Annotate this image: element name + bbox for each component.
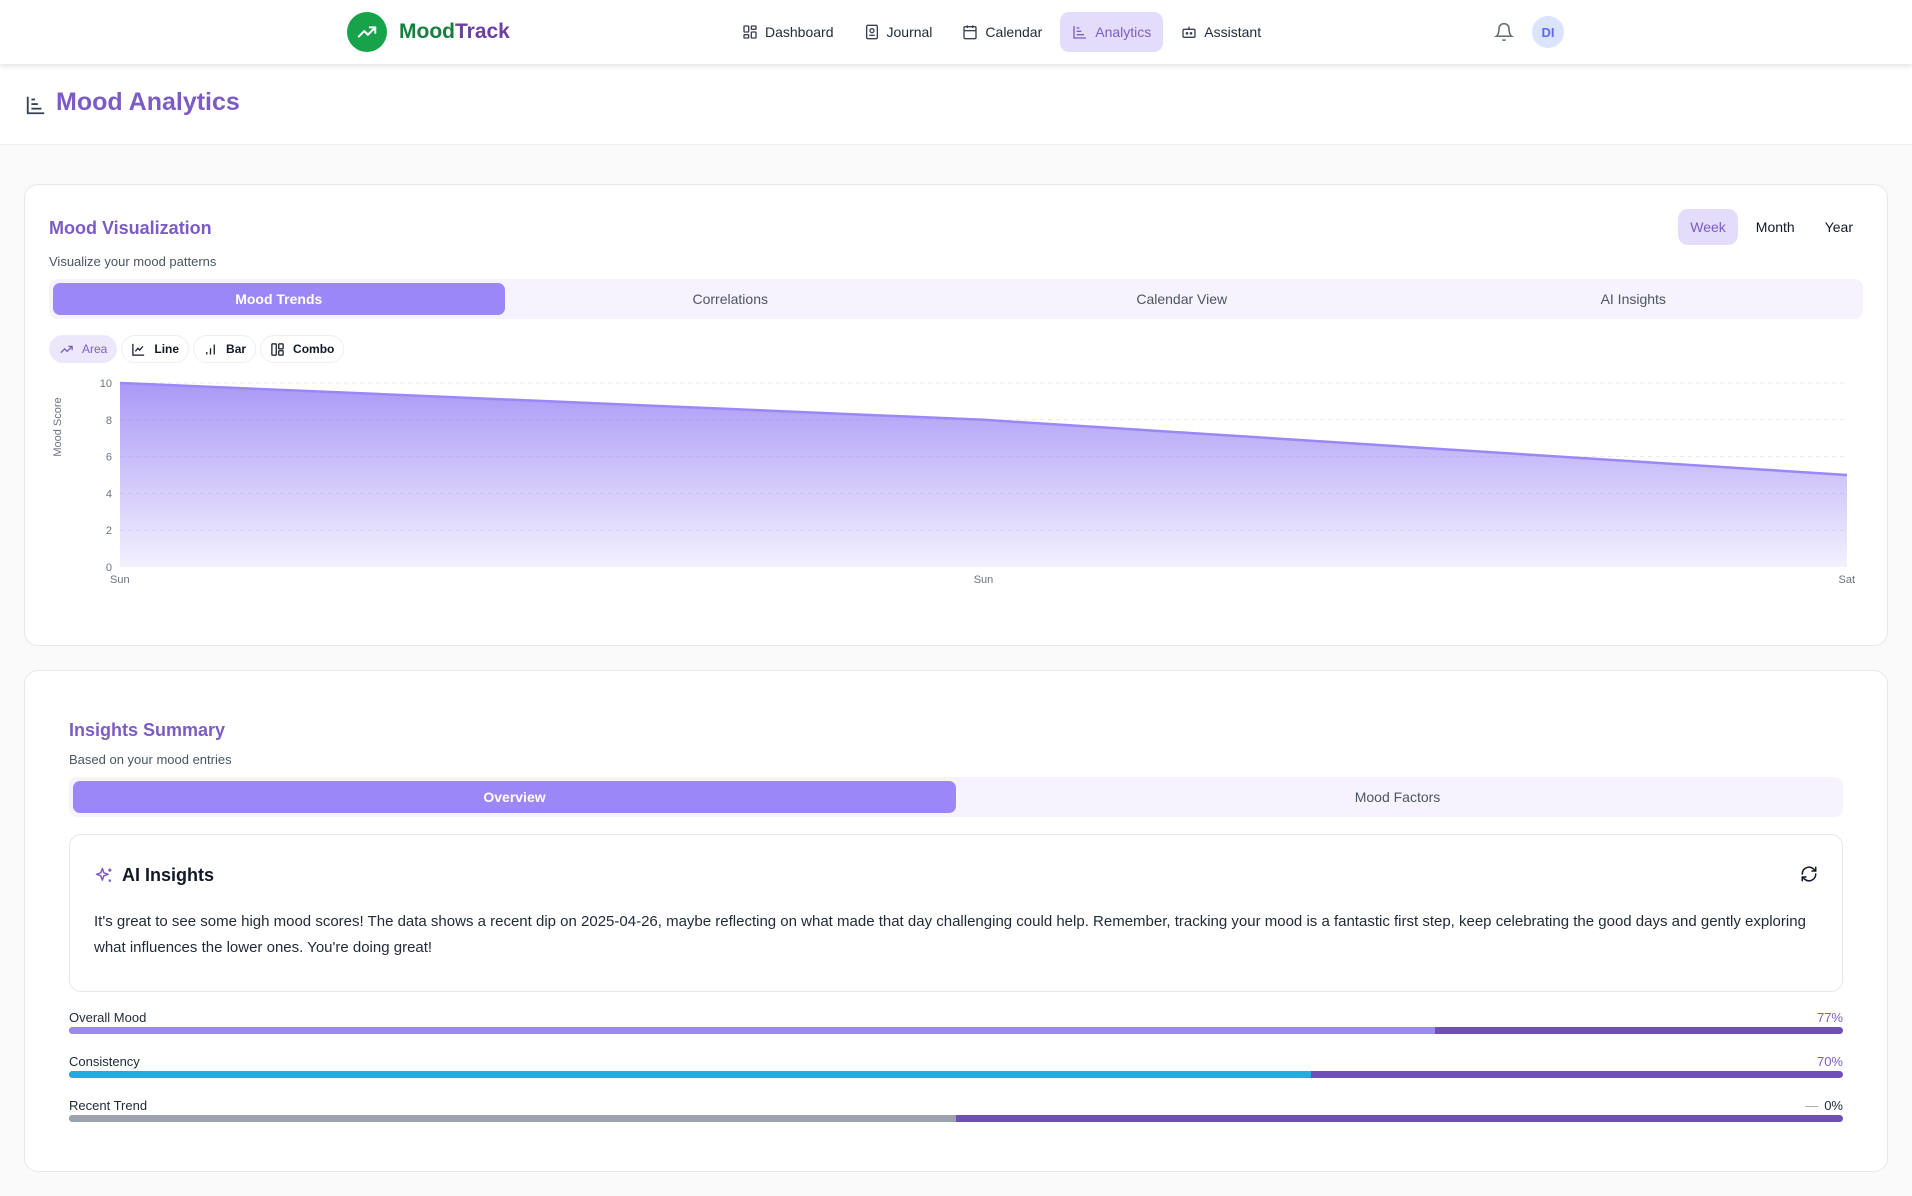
metric-overall-mood: Overall Mood 77%: [69, 1010, 1843, 1040]
y-tick-label: 2: [106, 525, 112, 537]
area-fill: [120, 383, 1847, 567]
progress-fill: [69, 1027, 1435, 1034]
tab-correlations[interactable]: Correlations: [505, 283, 957, 315]
tab-ai-insights[interactable]: AI Insights: [1408, 283, 1860, 315]
mood-visualization-card: Mood Visualization Visualize your mood p…: [24, 184, 1888, 646]
trending-up-icon: [347, 12, 387, 52]
metric-value: 77%: [1816, 1010, 1843, 1025]
refresh-icon[interactable]: [1800, 865, 1818, 883]
chart-type-combo[interactable]: Combo: [260, 335, 345, 363]
book-icon: [865, 24, 878, 40]
range-week-button[interactable]: Week: [1678, 209, 1738, 245]
chart-type-selector: Area Line Bar Combo: [49, 335, 345, 363]
x-tick-label: Sun: [974, 574, 994, 586]
metric-value: 70%: [1816, 1054, 1843, 1069]
nav-assistant-label: Assistant: [1204, 24, 1262, 40]
grid-icon: [743, 25, 757, 39]
chart-type-area-label: Area: [82, 342, 108, 356]
ai-insights-title: AI Insights: [122, 865, 215, 885]
progress-track: [69, 1071, 1843, 1078]
nav-calendar-label: Calendar: [985, 24, 1043, 40]
page-header: Mood Analytics: [0, 64, 1912, 145]
top-nav: MoodTrack Dashboard Journal Calendar Ana…: [0, 0, 1912, 64]
insights-subtitle: Based on your mood entries: [69, 752, 232, 767]
nav-journal[interactable]: Journal: [852, 12, 945, 52]
trending-up-icon: [60, 345, 73, 353]
progress-fill: [69, 1071, 1311, 1078]
progress-track: [69, 1115, 1843, 1122]
trend-flat-icon: —: [1805, 1098, 1819, 1113]
metric-label: Consistency: [69, 1054, 140, 1069]
y-axis-label: Mood Score: [52, 397, 64, 456]
progress-fill: [69, 1115, 956, 1122]
metric-recent-trend: Recent Trend — 0%: [69, 1098, 1843, 1128]
calendar-icon: [963, 25, 978, 40]
y-tick-label: 10: [100, 378, 112, 390]
x-tick-label: Sat: [1838, 574, 1855, 586]
insights-tabs: Overview Mood Factors: [69, 777, 1843, 817]
viz-title: Mood Visualization: [49, 218, 212, 238]
metric-label: Recent Trend: [69, 1098, 148, 1113]
x-tick-label: Sun: [110, 574, 130, 586]
range-month-button[interactable]: Month: [1744, 209, 1807, 245]
range-year-button[interactable]: Year: [1813, 209, 1865, 245]
chart-type-bar-label: Bar: [226, 342, 247, 356]
ai-insights-panel: AI Insights It's great to see some high …: [69, 834, 1843, 992]
chart-type-area[interactable]: Area: [49, 335, 118, 363]
chart-icon: [1073, 26, 1087, 39]
chart-type-line[interactable]: Line: [121, 335, 190, 363]
nav-calendar[interactable]: Calendar: [950, 12, 1054, 52]
time-range-selector: Week Month Year: [1678, 209, 1865, 245]
bell-icon[interactable]: [1494, 22, 1514, 42]
nav-assistant[interactable]: Assistant: [1169, 12, 1273, 52]
metric-value: — 0%: [1805, 1098, 1843, 1113]
nav-analytics[interactable]: Analytics: [1060, 12, 1164, 52]
y-tick-label: 0: [106, 562, 112, 574]
metric-consistency: Consistency 70%: [69, 1054, 1843, 1084]
user-avatar[interactable]: DI: [1532, 16, 1564, 48]
bar-chart-icon: [206, 344, 215, 354]
line-chart-icon: [132, 343, 145, 356]
y-tick-label: 4: [106, 488, 112, 500]
metric-label: Overall Mood: [69, 1010, 147, 1025]
sparkles-icon: [95, 867, 112, 882]
nav-dashboard[interactable]: Dashboard: [730, 12, 846, 52]
combo-chart-icon: [271, 342, 284, 356]
bot-icon: [1182, 26, 1196, 38]
chart-type-line-label: Line: [154, 342, 180, 356]
ai-insights-text: It's great to see some high mood scores!…: [94, 913, 1806, 956]
chart-type-combo-label: Combo: [293, 342, 335, 356]
nav-journal-label: Journal: [886, 24, 933, 40]
nav-dashboard-label: Dashboard: [765, 24, 834, 40]
app-logo[interactable]: MoodTrack: [347, 12, 510, 52]
chart-type-bar[interactable]: Bar: [193, 335, 257, 363]
tab-mood-trends[interactable]: Mood Trends: [53, 283, 505, 315]
y-tick-label: 6: [106, 452, 112, 464]
nav-analytics-label: Analytics: [1095, 24, 1152, 40]
progress-track: [69, 1027, 1843, 1034]
tab-overview[interactable]: Overview: [73, 781, 956, 813]
page-title: Mood Analytics: [56, 88, 240, 116]
insights-title: Insights Summary: [69, 720, 226, 740]
tab-calendar-view[interactable]: Calendar View: [956, 283, 1408, 315]
tab-mood-factors[interactable]: Mood Factors: [956, 781, 1839, 813]
app-name: MoodTrack: [399, 20, 510, 43]
mood-trend-chart: Mood Score 0 2 4 6 8 10 Sun Sun Sat: [52, 378, 1855, 586]
trend-value: 0%: [1824, 1098, 1843, 1113]
chart-icon: [26, 96, 45, 115]
insights-summary-card: Insights Summary Based on your mood entr…: [24, 670, 1888, 1172]
viz-subtitle: Visualize your mood patterns: [49, 254, 217, 269]
y-tick-label: 8: [106, 415, 112, 427]
viz-tabs: Mood Trends Correlations Calendar View A…: [49, 279, 1863, 319]
